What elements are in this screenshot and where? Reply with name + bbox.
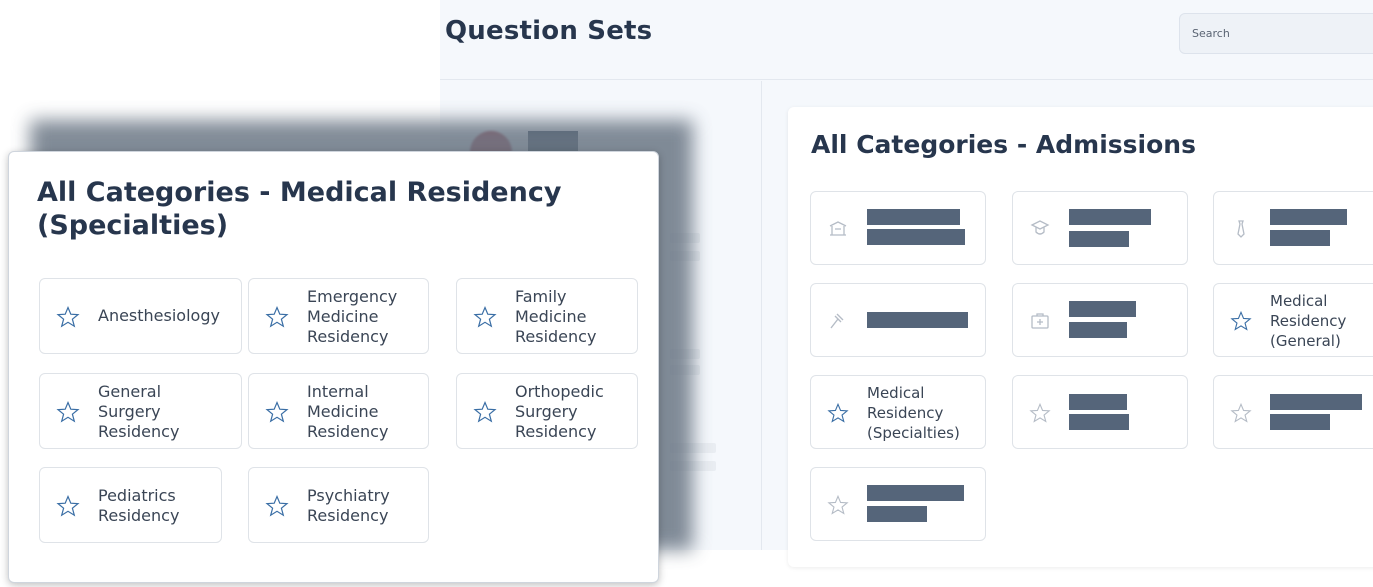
specialty-label: General Surgery Residency <box>98 382 180 441</box>
specialty-tile-emergency-medicine[interactable]: Emergency Medicine Residency <box>248 278 429 354</box>
category-tile[interactable] <box>1012 375 1188 449</box>
redacted-label <box>867 312 968 328</box>
redacted-label <box>1270 230 1330 246</box>
category-tile[interactable] <box>1213 191 1373 265</box>
specialty-label: Family Medicine Residency <box>515 287 597 346</box>
redacted-label <box>1069 301 1136 317</box>
specialty-tile-family-medicine[interactable]: Family Medicine Residency <box>456 278 638 354</box>
specialty-label: Internal Medicine Residency <box>307 382 389 441</box>
category-tile[interactable] <box>1012 283 1188 357</box>
redacted-label <box>867 229 965 245</box>
category-label: Medical Residency (General) <box>1270 292 1347 350</box>
redacted-label <box>1069 414 1129 430</box>
star-icon <box>827 494 849 516</box>
star-icon <box>1230 402 1252 424</box>
category-tile[interactable] <box>1213 375 1373 449</box>
tie-icon <box>1230 218 1252 240</box>
admissions-panel: All Categories - Admissions Medical Resi… <box>788 107 1373 567</box>
star-icon <box>827 402 849 424</box>
specialties-title: All Categories - Medical Residency (Spec… <box>37 177 562 241</box>
redacted-label <box>867 485 964 501</box>
gavel-icon <box>827 310 849 332</box>
category-tile[interactable] <box>810 283 986 357</box>
star-icon <box>473 305 497 328</box>
search-box[interactable] <box>1179 13 1373 54</box>
star-icon <box>265 400 289 423</box>
redacted-label <box>1270 209 1347 225</box>
redacted-label <box>1069 394 1127 410</box>
star-icon <box>56 494 80 517</box>
redacted-label <box>1270 394 1362 410</box>
search-input[interactable] <box>1192 14 1372 53</box>
category-label: Medical Residency (Specialties) <box>867 384 960 442</box>
specialty-tile-general-surgery[interactable]: General Surgery Residency <box>39 373 242 449</box>
redacted-label <box>1069 209 1151 225</box>
specialty-tile-internal-medicine[interactable]: Internal Medicine Residency <box>248 373 429 449</box>
specialty-tile-anesthesiology[interactable]: Anesthesiology <box>39 278 242 354</box>
category-tile[interactable] <box>810 191 986 265</box>
specialty-label: Emergency Medicine Residency <box>307 287 398 346</box>
specialty-tile-pediatrics[interactable]: Pediatrics Residency <box>39 467 222 543</box>
redacted-label <box>867 209 960 225</box>
screenshot-stage: Question Sets All Categories - Admission… <box>0 0 1373 587</box>
star-icon <box>265 494 289 517</box>
category-tile-medical-residency-specialties[interactable]: Medical Residency (Specialties) <box>810 375 986 449</box>
star-icon <box>265 305 289 328</box>
specialty-label: Orthopedic Surgery Residency <box>515 382 604 441</box>
redacted-label <box>867 506 927 522</box>
building-icon <box>827 218 849 240</box>
specialty-tile-orthopedic-surgery[interactable]: Orthopedic Surgery Residency <box>456 373 638 449</box>
redacted-label <box>1069 322 1127 338</box>
star-icon <box>56 305 80 328</box>
page-title: Question Sets <box>445 16 653 46</box>
specialty-label: Pediatrics Residency <box>98 486 180 525</box>
specialty-tile-psychiatry[interactable]: Psychiatry Residency <box>248 467 429 543</box>
admissions-title: All Categories - Admissions <box>811 130 1196 159</box>
medical-kit-icon <box>1029 310 1051 332</box>
star-icon <box>473 400 497 423</box>
category-tile-medical-residency-general[interactable]: Medical Residency (General) <box>1213 283 1373 357</box>
star-icon <box>1230 310 1252 332</box>
redacted-label <box>1069 231 1129 247</box>
star-icon <box>56 400 80 423</box>
star-icon <box>1029 402 1051 424</box>
app-header: Question Sets <box>440 0 1373 80</box>
category-tile[interactable] <box>810 467 986 541</box>
specialty-label: Anesthesiology <box>98 306 220 325</box>
category-tile[interactable] <box>1012 191 1188 265</box>
redacted-label <box>1270 414 1330 430</box>
graduate-icon <box>1029 218 1051 240</box>
specialties-card: All Categories - Medical Residency (Spec… <box>8 151 659 583</box>
specialty-label: Psychiatry Residency <box>307 486 390 525</box>
